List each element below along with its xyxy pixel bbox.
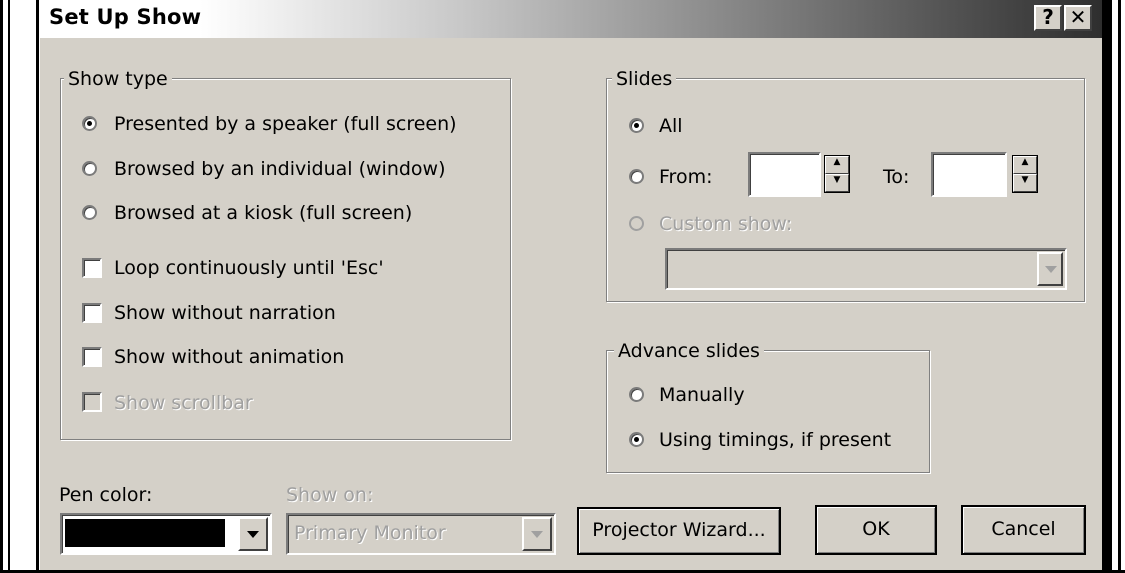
show-on-label: Show on: <box>286 484 374 506</box>
from-input[interactable] <box>748 152 821 197</box>
help-button[interactable]: ? <box>1034 5 1062 31</box>
close-button[interactable]: ✕ <box>1064 5 1092 31</box>
chevron-down-icon <box>247 531 259 538</box>
close-icon: ✕ <box>1069 5 1087 29</box>
ok-button[interactable]: OK <box>815 505 937 555</box>
title-bar[interactable]: Set Up Show ? ✕ <box>40 0 1102 38</box>
radio-slides-from[interactable] <box>629 169 644 184</box>
to-input[interactable] <box>931 152 1007 197</box>
to-spinner[interactable]: ▲ ▼ <box>1012 155 1038 193</box>
label-custom-show: Custom show: <box>659 213 793 235</box>
chevron-down-icon <box>531 531 543 538</box>
from-spinner[interactable]: ▲ ▼ <box>824 155 850 193</box>
label-slides-all[interactable]: All <box>659 114 683 138</box>
label-slides-to: To: <box>883 166 910 188</box>
set-up-show-dialog: Set Up Show ? ✕ Show type Presented by a… <box>40 0 1102 570</box>
advance-slides-group <box>606 350 930 473</box>
label-loop-continuously[interactable]: Loop continuously until 'Esc' <box>114 256 384 280</box>
radio-manually[interactable] <box>629 387 644 402</box>
label-slides-from[interactable]: From: <box>659 165 712 189</box>
to-spin-up[interactable]: ▲ <box>1013 156 1037 174</box>
label-show-scrollbar: Show scrollbar <box>114 392 253 414</box>
checkbox-show-scrollbar <box>82 392 102 412</box>
to-spin-down[interactable]: ▼ <box>1013 174 1037 192</box>
dialog-left-edge <box>36 0 39 570</box>
ok-label: OK <box>862 518 890 540</box>
from-spin-up[interactable]: ▲ <box>825 156 849 174</box>
checkbox-without-animation[interactable] <box>82 347 102 367</box>
label-without-narration[interactable]: Show without narration <box>114 301 336 325</box>
projector-wizard-label: Projector Wizard... <box>592 519 766 541</box>
radio-browsed-by-individual[interactable] <box>82 161 97 176</box>
label-presented-by-speaker[interactable]: Presented by a speaker (full screen) <box>114 112 457 136</box>
pen-color-select[interactable] <box>60 513 272 555</box>
chevron-down-icon <box>1045 266 1057 273</box>
help-icon: ? <box>1042 5 1054 29</box>
show-type-legend: Show type <box>64 68 172 90</box>
dialog-right-edge <box>1102 0 1112 570</box>
pen-color-label: Pen color: <box>59 484 153 506</box>
label-manually[interactable]: Manually <box>659 383 745 407</box>
pen-color-swatch <box>65 519 225 547</box>
radio-slides-all[interactable] <box>629 118 644 133</box>
radio-browsed-at-kiosk[interactable] <box>82 205 97 220</box>
label-browsed-by-individual[interactable]: Browsed by an individual (window) <box>114 157 446 181</box>
radio-custom-show <box>629 216 644 231</box>
window-title: Set Up Show <box>49 5 202 29</box>
advance-slides-legend: Advance slides <box>614 340 764 362</box>
checkbox-loop-continuously[interactable] <box>82 258 102 278</box>
label-browsed-at-kiosk[interactable]: Browsed at a kiosk (full screen) <box>114 201 412 225</box>
label-using-timings[interactable]: Using timings, if present <box>659 428 891 452</box>
outer-frame-left-inner <box>8 0 10 573</box>
radio-using-timings[interactable] <box>629 432 644 447</box>
checkbox-without-narration[interactable] <box>82 303 102 323</box>
outer-frame-right <box>1118 0 1121 573</box>
from-spin-down[interactable]: ▼ <box>825 174 849 192</box>
custom-show-dropdown-button <box>1037 252 1063 286</box>
cancel-label: Cancel <box>991 518 1056 540</box>
show-on-dropdown-button <box>522 517 552 551</box>
custom-show-select <box>665 248 1067 290</box>
pen-color-dropdown-button[interactable] <box>238 517 268 551</box>
projector-wizard-button[interactable]: Projector Wizard... <box>577 507 781 555</box>
radio-presented-by-speaker[interactable] <box>82 116 97 131</box>
label-without-animation[interactable]: Show without animation <box>114 345 344 369</box>
slides-legend: Slides <box>612 68 677 90</box>
show-on-select: Primary Monitor <box>286 513 556 555</box>
outer-frame-left <box>0 0 3 573</box>
show-on-value: Primary Monitor <box>294 522 446 544</box>
cancel-button[interactable]: Cancel <box>961 505 1086 555</box>
